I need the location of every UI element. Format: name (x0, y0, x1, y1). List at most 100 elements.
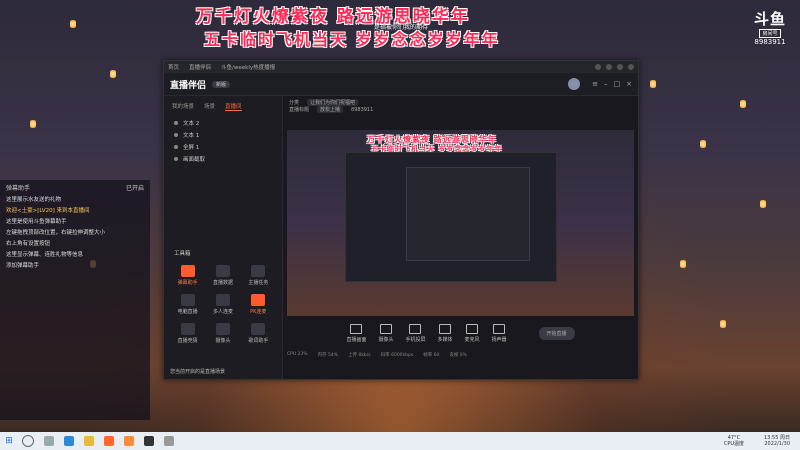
tab-home[interactable]: 首页 (168, 63, 179, 71)
go-live-button[interactable]: 开始直播 (538, 326, 575, 340)
tool-label: PK连麦 (250, 309, 267, 315)
minimize-button[interactable]: – (604, 80, 608, 88)
danmaku-panel-header: 弹幕助手 已开启 (0, 180, 150, 195)
eye-icon[interactable] (174, 145, 178, 149)
tool-item[interactable]: 电脑直播 (172, 294, 203, 315)
tool-icon (215, 323, 230, 335)
control-label: 直播画面 (346, 336, 367, 343)
tool-label: 弹幕助手 (177, 280, 198, 286)
close-button[interactable]: × (626, 80, 632, 88)
toolbox-grid: 弹幕助手 直播数据 主播任务电脑直播 多人连麦 PK连麦直播竞猜 摄像头 歌词助手 (164, 261, 282, 348)
tool-label: 摄像头 (215, 338, 231, 344)
eye-icon[interactable] (174, 121, 178, 125)
danmaku-settings-button[interactable]: 已开启 (126, 183, 144, 192)
scene-tabs: 我的场景 场景 直播间 (164, 96, 282, 117)
control-label: 多媒体 (437, 336, 453, 343)
danmaku-line: 这里是使用斗鱼弹幕助手 (6, 219, 67, 225)
avatar[interactable] (568, 78, 581, 90)
lantern (650, 80, 656, 88)
stream-banner-line2: 五卡临时飞机当天 岁岁念念岁岁年年 (204, 30, 500, 49)
lantern (720, 320, 726, 328)
minimize-icon[interactable] (617, 64, 623, 70)
danmaku-panel[interactable]: 弹幕助手 已开启 这里展示水友送的礼物 欢迎<土豪>[LV20] 来到本直播间 这里… (0, 180, 150, 420)
control-label: 摄像头 (378, 336, 394, 343)
search-icon[interactable] (22, 435, 34, 447)
room-title-label: 直播标题 (289, 107, 310, 113)
tab-my-scenes[interactable]: 我的场景 (172, 102, 194, 111)
app-version-badge[interactable]: 新版 (212, 80, 231, 88)
tool-icon (180, 294, 195, 306)
danmaku-panel-title: 弹幕助手 (6, 185, 31, 192)
control-item[interactable]: 直播画面 (346, 323, 367, 343)
control-item[interactable]: 扬声器 (492, 323, 507, 343)
lantern (70, 20, 76, 28)
tool-item[interactable]: 摄像头 (207, 323, 238, 344)
status-item: 帧率 60 (423, 353, 440, 358)
status-item: CPU 23% (287, 352, 308, 357)
douyu-icon[interactable] (104, 436, 114, 446)
stream-banner-line1: 万千灯火燎紫夜 路远游思晓华年 (196, 7, 470, 27)
tab-weekly[interactable]: 斗鱼/weekly热度播报 (221, 63, 275, 71)
taskview-icon[interactable] (44, 436, 54, 446)
tool-label: 歌词助手 (248, 338, 269, 344)
control-item[interactable]: 麦克风 (464, 323, 480, 343)
tool-label: 直播数据 (212, 280, 233, 286)
settings-icon[interactable] (606, 64, 612, 70)
category-value[interactable]: 让我们为你们祝福吧 (307, 99, 359, 106)
control-label: 麦克风 (464, 336, 480, 343)
explorer-icon[interactable] (84, 436, 94, 446)
room-number: 8983911 (754, 38, 786, 46)
maximize-button[interactable]: □ (614, 80, 621, 88)
source-label: 画面截取 (183, 157, 206, 163)
tool-label: 直播竞猜 (177, 338, 198, 344)
main-content: 分类 让我们为你们祝福吧 直播标题 放松上播 8983911 万千灯火燎紫夜 路… (283, 96, 638, 379)
tab-room[interactable]: 直播间 (225, 102, 242, 111)
close-icon[interactable] (628, 64, 634, 70)
clock[interactable]: 13:55 周日 2022/1/30 (764, 435, 790, 447)
status-item: 上传 0kb/s (348, 353, 371, 358)
eye-icon[interactable] (174, 157, 178, 161)
live-companion-window[interactable]: 首页 直播伴侣 斗鱼/weekly热度播报 直播伴侣 新版 ≡ – □ × 我的… (163, 60, 639, 380)
browser-titlebar: 首页 直播伴侣 斗鱼/weekly热度播报 (164, 61, 638, 73)
control-bar: 直播画面 摄像头 手机投屏 多媒体 麦克风 扬声器 开始直播 (287, 318, 634, 348)
control-item[interactable]: 手机投屏 (405, 323, 425, 343)
tool-icon (215, 294, 230, 306)
platform-logo-mark: 斗鱼 (753, 10, 786, 28)
start-button[interactable]: ⊞ (0, 436, 18, 446)
room-title-value[interactable]: 放松上播 (317, 106, 344, 113)
tool-item[interactable]: PK连麦 (243, 294, 274, 315)
lantern (740, 100, 746, 108)
lantern (110, 70, 116, 78)
source-item[interactable]: 文本 2 (164, 117, 282, 129)
store-icon[interactable] (164, 436, 174, 446)
source-item[interactable]: 全屏 1 (164, 141, 282, 153)
tool-item[interactable]: 直播竞猜 (172, 323, 203, 344)
app-header: 直播伴侣 新版 ≡ – □ × (164, 73, 638, 96)
refresh-icon[interactable] (595, 64, 601, 70)
source-item[interactable]: 画面截取 (164, 153, 282, 165)
live-companion-icon[interactable] (124, 436, 134, 446)
tool-item[interactable]: 主播任务 (243, 265, 274, 286)
browser-icon[interactable] (64, 436, 74, 446)
source-label: 全屏 1 (183, 145, 200, 151)
tool-item[interactable]: 歌词助手 (243, 323, 274, 344)
menu-icon[interactable]: ≡ (592, 80, 598, 88)
nested-preview-window-inner (406, 167, 530, 261)
live-preview[interactable]: 万千灯火燎紫夜 路远游思晓华年 五卡临时飞机当天 岁岁念念岁岁年年 (287, 130, 634, 316)
cpu-temp-label: CPU温度 (723, 441, 744, 447)
tab-scenes[interactable]: 场景 (204, 102, 215, 111)
overlay-subtext: 是指被你们我的期待 (374, 24, 429, 31)
control-item[interactable]: 摄像头 (378, 323, 394, 343)
lantern (760, 200, 766, 208)
source-item[interactable]: 文本 1 (164, 129, 282, 141)
nested-preview-window (345, 152, 557, 282)
tool-icon (251, 294, 266, 306)
control-item[interactable]: 多媒体 (437, 323, 453, 343)
tool-item[interactable]: 多人连麦 (207, 294, 238, 315)
tab-live-companion[interactable]: 直播伴侣 (189, 63, 211, 71)
lantern (30, 120, 36, 128)
game-icon[interactable] (144, 436, 154, 446)
tool-item[interactable]: 直播数据 (207, 265, 238, 286)
eye-icon[interactable] (174, 133, 178, 137)
tool-item[interactable]: 弹幕助手 (172, 265, 203, 286)
